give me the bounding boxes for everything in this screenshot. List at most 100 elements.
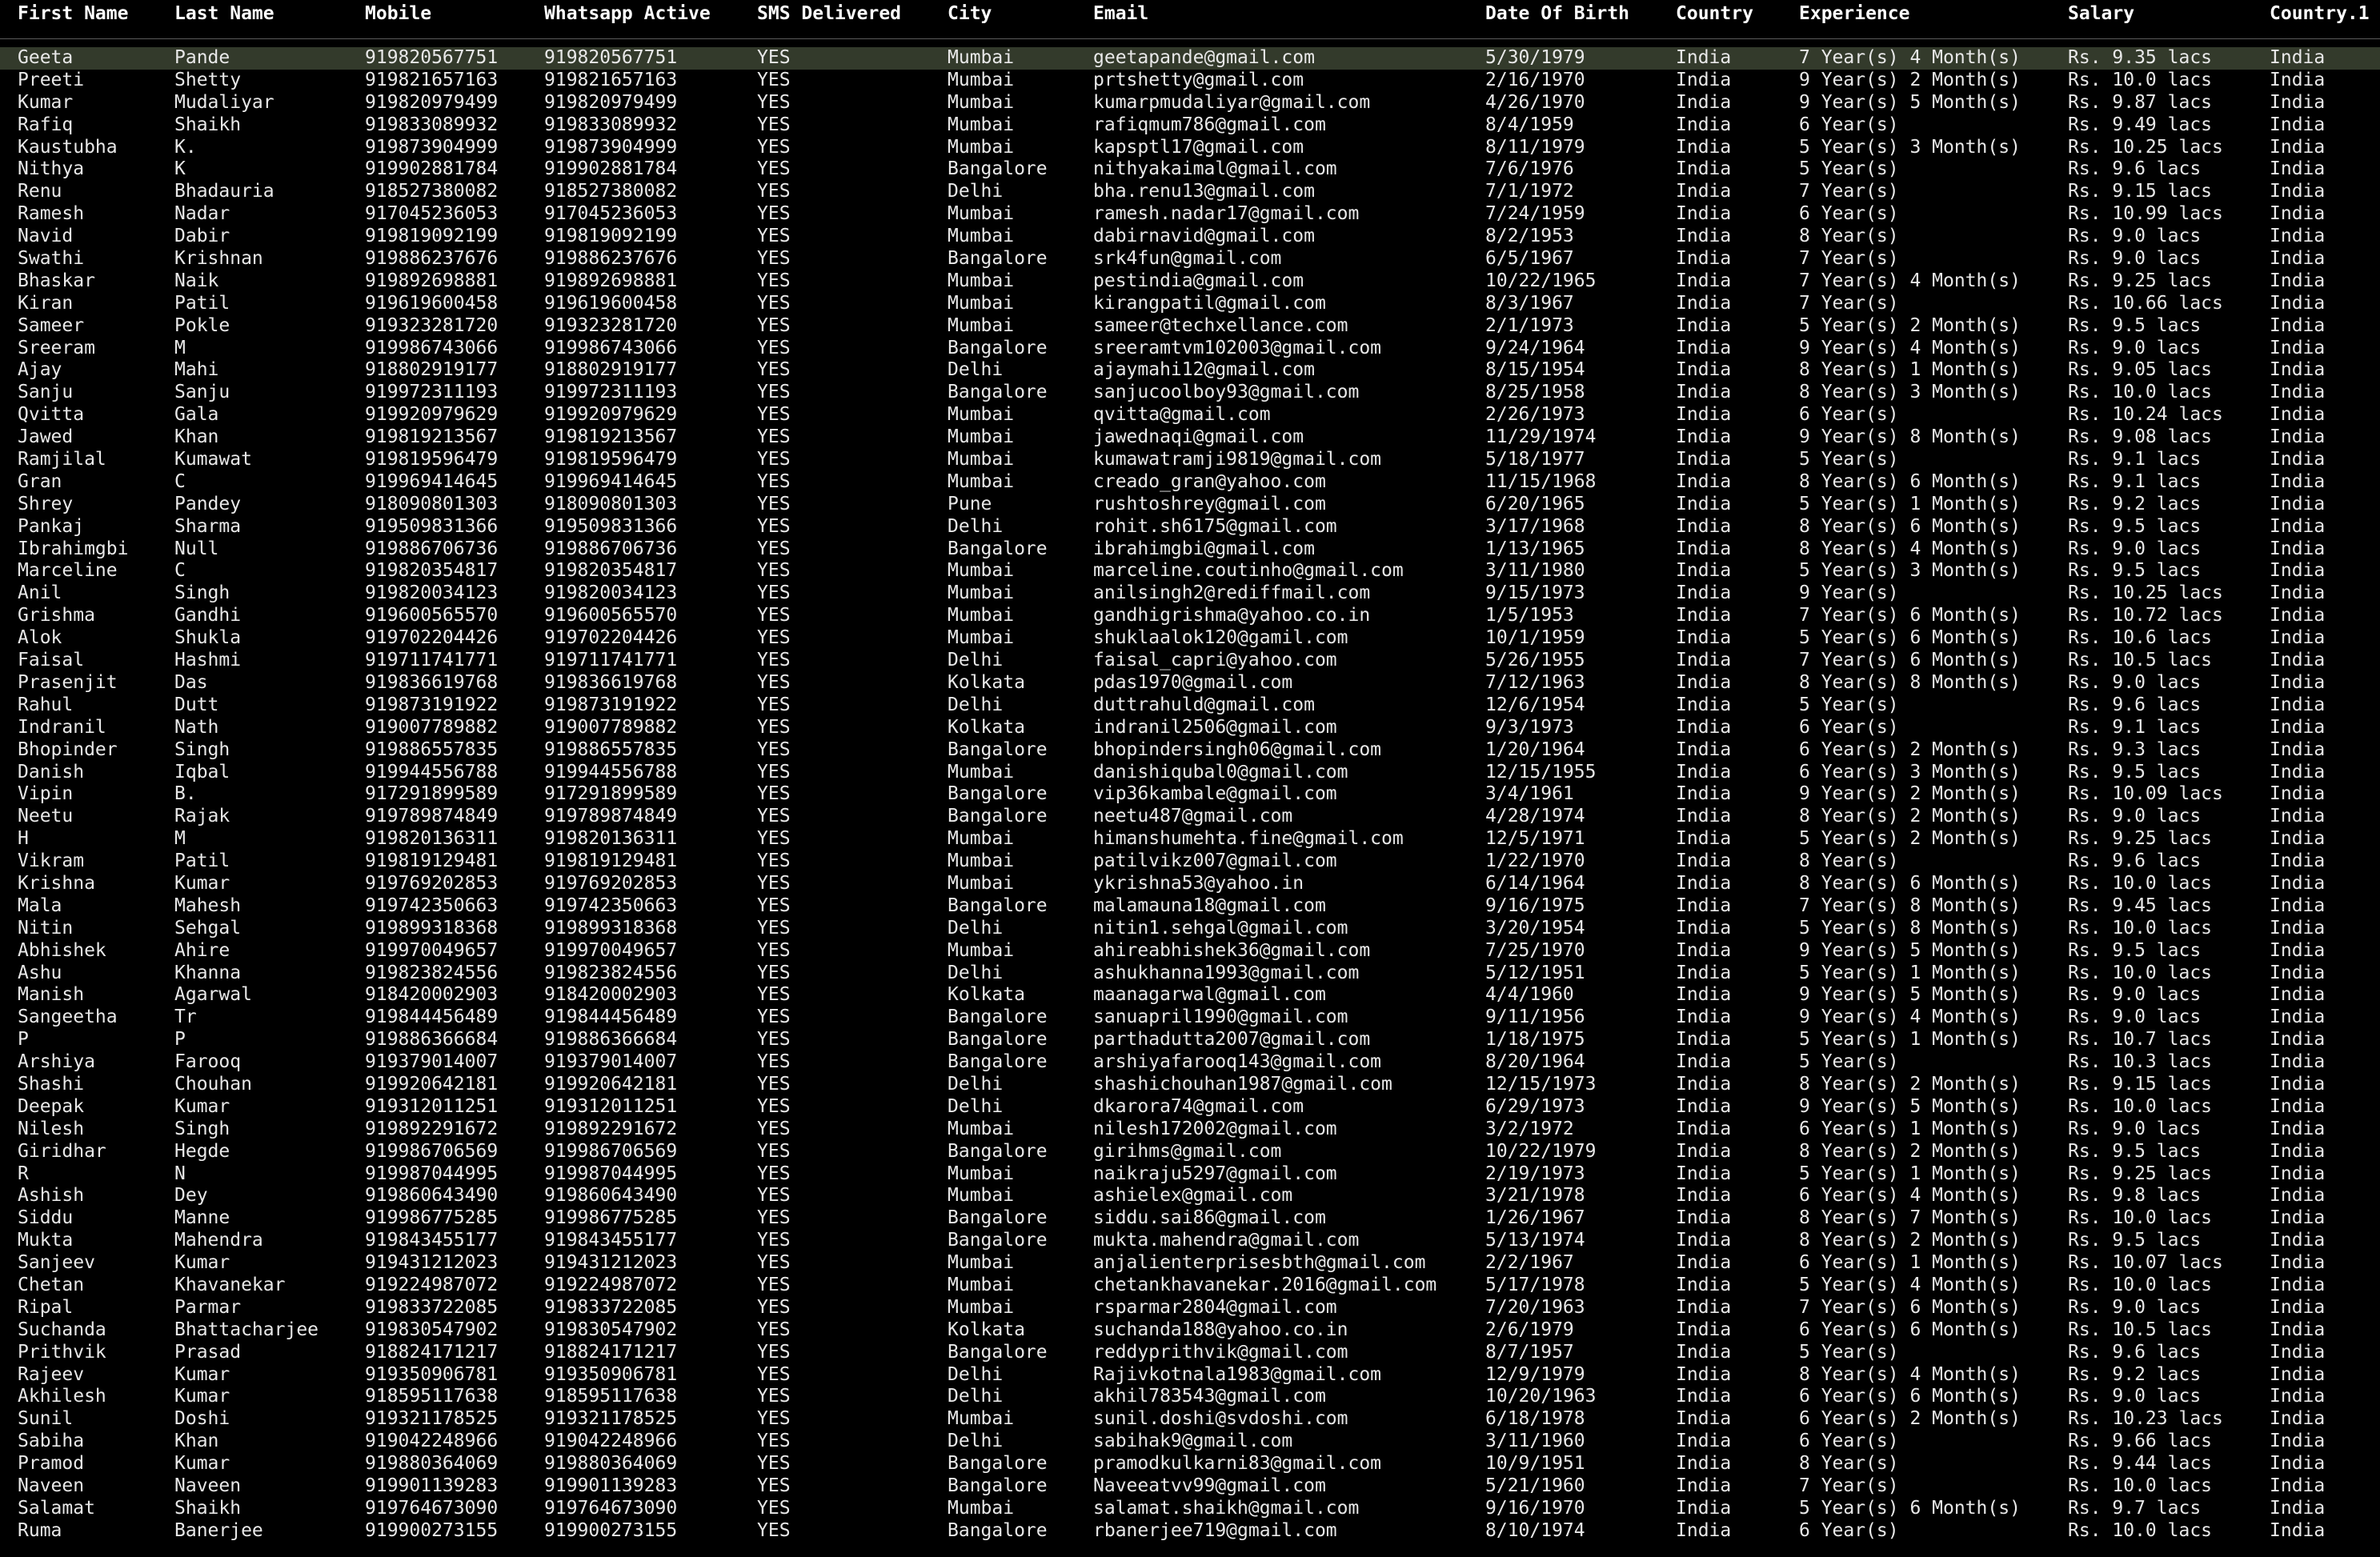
cell-date-of-birth: 12/5/1971 (1485, 828, 1585, 850)
cell-email: anilsingh2@rediffmail.com (1093, 582, 1371, 604)
cell-salary: Rs. 9.8 lacs (2068, 1185, 2202, 1207)
cell-experience: 5 Year(s) 6 Month(s) (1799, 1497, 2021, 1519)
cell-salary: Rs. 10.7 lacs (2068, 1029, 2213, 1051)
table-row: Rajeev Kumar 919350906781 919350906781 YES De… (0, 1364, 2380, 1387)
cell-last-name: Dey (174, 1185, 208, 1207)
cell-mobile: 919901139283 (365, 1475, 499, 1496)
cell-email: pramodkulkarni83@gmail.com (1093, 1453, 1382, 1475)
cell-city: Mumbai (948, 627, 1015, 649)
cell-whatsapp-active: 919820979499 (544, 91, 678, 113)
cell-date-of-birth: 8/7/1957 (1485, 1341, 1574, 1363)
cell-experience: 8 Year(s) 2 Month(s) (1799, 1140, 2021, 1162)
cell-date-of-birth: 3/2/1972 (1485, 1118, 1574, 1139)
cell-whatsapp-active: 919819213567 (544, 426, 678, 448)
cell-mobile: 919986775285 (365, 1207, 499, 1229)
cell-city: Mumbai (948, 1118, 1015, 1139)
cell-date-of-birth: 2/2/1967 (1485, 1252, 1574, 1274)
cell-last-name: K. (174, 136, 197, 158)
cell-country-1: India (2270, 158, 2326, 180)
cell-email: sreeramtvm102003@gmail.com (1093, 337, 1382, 358)
cell-country-1: India (2270, 872, 2326, 894)
cell-mobile: 919711741771 (365, 650, 499, 671)
cell-country: India (1676, 851, 1732, 872)
cell-whatsapp-active: 919702204426 (544, 627, 678, 649)
cell-last-name: B. (174, 783, 197, 805)
cell-country-1: India (2270, 1319, 2326, 1340)
header-first-name: First Name (18, 3, 129, 24)
cell-first-name: Gran (18, 470, 62, 492)
cell-first-name: Faisal (18, 650, 85, 671)
cell-country: India (1676, 114, 1732, 135)
cell-city: Mumbai (948, 560, 1015, 582)
cell-email: dabirnavid@gmail.com (1093, 226, 1315, 247)
cell-email: suchanda188@yahoo.co.in (1093, 1319, 1348, 1340)
cell-date-of-birth: 6/18/1978 (1485, 1408, 1585, 1430)
header-date-of-birth: Date Of Birth (1485, 3, 1630, 24)
cell-city: Kolkata (948, 984, 1025, 1006)
cell-last-name: Ahire (174, 939, 230, 961)
cell-last-name: Pokle (174, 314, 230, 336)
cell-mobile: 919899318368 (365, 917, 499, 939)
cell-sms-delivered: YES (757, 449, 791, 470)
cell-experience: 7 Year(s) (1799, 248, 1899, 270)
cell-experience: 6 Year(s) (1799, 716, 1899, 738)
table-row: Sangeetha Tr 919844456489 919844456489 YES Ba… (0, 1007, 2380, 1029)
cell-mobile: 919986743066 (365, 337, 499, 358)
cell-sms-delivered: YES (757, 470, 791, 492)
cell-country-1: India (2270, 69, 2326, 90)
cell-city: Delhi (948, 1095, 1004, 1117)
cell-date-of-birth: 9/11/1956 (1485, 1007, 1585, 1028)
cell-last-name: Khan (174, 426, 219, 448)
cell-last-name: M (174, 828, 186, 850)
cell-last-name: Kumar (174, 1095, 230, 1117)
cell-country-1: India (2270, 761, 2326, 783)
cell-last-name: Khan (174, 1431, 219, 1452)
cell-country-1: India (2270, 1118, 2326, 1139)
cell-last-name: Das (174, 671, 208, 693)
cell-city: Delhi (948, 181, 1004, 202)
cell-mobile: 919820034123 (365, 582, 499, 604)
cell-email: parthadutta2007@gmail.com (1093, 1029, 1371, 1051)
cell-experience: 8 Year(s) 3 Month(s) (1799, 382, 2021, 403)
cell-salary: Rs. 9.5 lacs (2068, 761, 2202, 783)
cell-first-name: Pramod (18, 1453, 85, 1475)
cell-country-1: India (2270, 270, 2326, 291)
cell-sms-delivered: YES (757, 783, 791, 805)
cell-city: Delhi (948, 962, 1004, 983)
cell-whatsapp-active: 918824171217 (544, 1341, 678, 1363)
cell-whatsapp-active: 919379014007 (544, 1051, 678, 1073)
cell-experience: 8 Year(s) (1799, 851, 1899, 872)
cell-whatsapp-active: 918090801303 (544, 493, 678, 514)
cell-mobile: 919350906781 (365, 1363, 499, 1385)
cell-mobile: 919321178525 (365, 1408, 499, 1430)
cell-whatsapp-active: 919711741771 (544, 650, 678, 671)
cell-country-1: India (2270, 895, 2326, 916)
cell-last-name: Dutt (174, 694, 219, 715)
cell-city: Mumbai (948, 270, 1015, 291)
cell-sms-delivered: YES (757, 1252, 791, 1274)
cell-salary: Rs. 9.0 lacs (2068, 538, 2202, 559)
cell-date-of-birth: 3/17/1968 (1485, 515, 1585, 537)
cell-whatsapp-active: 919880364069 (544, 1453, 678, 1475)
cell-country: India (1676, 627, 1732, 649)
cell-whatsapp-active: 919819596479 (544, 449, 678, 470)
cell-experience: 9 Year(s) 5 Month(s) (1799, 984, 2021, 1006)
cell-country-1: India (2270, 1029, 2326, 1051)
cell-first-name: Bhopinder (18, 738, 118, 760)
table-row: Ibrahimgbi Null 919886706736 919886706736 YE… (0, 538, 2380, 561)
cell-city: Bangalore (948, 1453, 1048, 1475)
cell-last-name: Rajak (174, 806, 230, 827)
cell-mobile: 919821657163 (365, 69, 499, 90)
cell-experience: 5 Year(s) (1799, 1051, 1899, 1073)
cell-first-name: Rajeev (18, 1363, 85, 1385)
table-row: R N 919987044995 919987044995 YES Mumbai naikr… (0, 1163, 2380, 1186)
cell-last-name: Hegde (174, 1140, 230, 1162)
cell-experience: 7 Year(s) (1799, 181, 1899, 202)
cell-sms-delivered: YES (757, 404, 791, 426)
cell-country-1: India (2270, 203, 2326, 225)
cell-last-name: Singh (174, 1118, 230, 1139)
cell-whatsapp-active: 919830547902 (544, 1319, 678, 1340)
cell-experience: 6 Year(s) (1799, 1431, 1899, 1452)
cell-salary: Rs. 10.0 lacs (2068, 1207, 2213, 1229)
cell-date-of-birth: 5/13/1974 (1485, 1230, 1585, 1251)
